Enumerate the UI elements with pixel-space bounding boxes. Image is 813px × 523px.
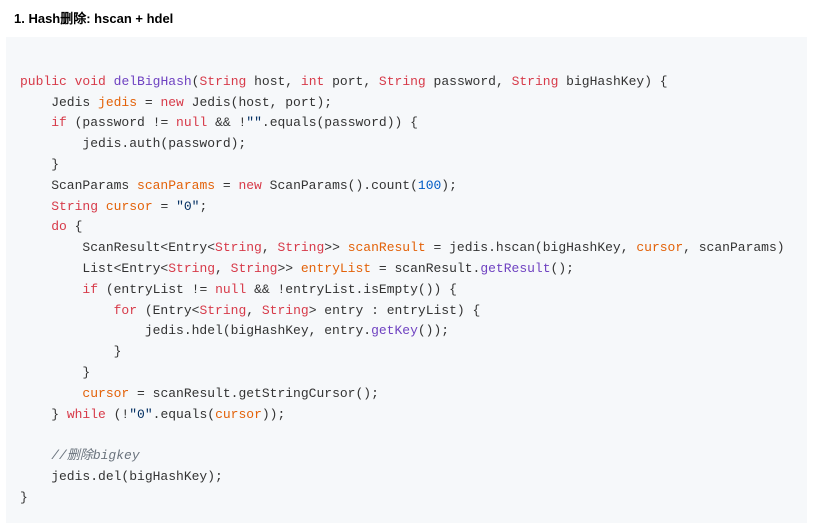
- txt: ,: [246, 303, 262, 318]
- txt: ,: [215, 261, 231, 276]
- txt: [20, 303, 114, 318]
- var: cursor: [82, 386, 129, 401]
- txt: = jedis.hscan(bigHashKey,: [426, 240, 637, 255]
- kw-new: new: [238, 178, 261, 193]
- txt: }: [20, 365, 90, 380]
- str: "": [246, 115, 262, 130]
- txt: Jedis(host, port);: [184, 95, 332, 110]
- var: scanResult: [348, 240, 426, 255]
- type-string: String: [262, 303, 309, 318]
- txt: [98, 199, 106, 214]
- txt: {: [67, 219, 83, 234]
- txt: port,: [324, 74, 379, 89]
- kw-null: null: [215, 282, 246, 297]
- txt: jedis.hdel(bigHashKey, entry.: [20, 323, 371, 338]
- kw-if: if: [51, 115, 67, 130]
- type-string: String: [277, 240, 324, 255]
- txt: Jedis: [20, 95, 98, 110]
- type-string: String: [51, 199, 98, 214]
- txt: >>: [324, 240, 347, 255]
- txt: =: [137, 95, 160, 110]
- txt: [20, 448, 51, 463]
- kw-void: void: [75, 74, 106, 89]
- txt: && !: [207, 115, 246, 130]
- txt: && !entryList.isEmpty()) {: [246, 282, 457, 297]
- type-string: String: [199, 303, 246, 318]
- txt: =: [215, 178, 238, 193]
- var: cursor: [106, 199, 153, 214]
- txt: , scanParams): [683, 240, 784, 255]
- fn: getKey: [371, 323, 418, 338]
- txt: .equals(: [153, 407, 215, 422]
- txt: > entry : entryList) {: [309, 303, 481, 318]
- type-string: String: [379, 74, 426, 89]
- txt: }: [20, 407, 67, 422]
- txt: (entryList !=: [98, 282, 215, 297]
- txt: =: [153, 199, 176, 214]
- txt: (password !=: [67, 115, 176, 130]
- kw-new: new: [160, 95, 183, 110]
- kw-if: if: [82, 282, 98, 297]
- var: scanParams: [137, 178, 215, 193]
- type-string: String: [168, 261, 215, 276]
- txt: }: [20, 157, 59, 172]
- txt: ;: [199, 199, 207, 214]
- txt: ());: [418, 323, 449, 338]
- txt: [20, 199, 51, 214]
- txt: );: [441, 178, 457, 193]
- fn: getResult: [480, 261, 550, 276]
- type-string: String: [231, 261, 278, 276]
- txt: [20, 115, 51, 130]
- kw-int: int: [301, 74, 324, 89]
- txt: jedis.auth(password);: [20, 136, 246, 151]
- txt: [20, 219, 51, 234]
- txt: >>: [277, 261, 300, 276]
- txt: = scanResult.getStringCursor();: [129, 386, 379, 401]
- type-string: String: [199, 74, 246, 89]
- txt: .equals(password)) {: [262, 115, 418, 130]
- kw-do: do: [51, 219, 67, 234]
- kw-null: null: [176, 115, 207, 130]
- num: 100: [418, 178, 441, 193]
- kw-for: for: [114, 303, 137, 318]
- comment: //删除bigkey: [51, 448, 139, 463]
- var: cursor: [636, 240, 683, 255]
- var: entryList: [301, 261, 371, 276]
- code-block: public void delBigHash(String host, int …: [6, 37, 807, 523]
- txt: password,: [426, 74, 512, 89]
- txt: (!: [106, 407, 129, 422]
- str: "0": [176, 199, 199, 214]
- txt: List<Entry<: [20, 261, 168, 276]
- txt: ScanParams: [20, 178, 137, 193]
- fn-name: delBigHash: [114, 74, 192, 89]
- txt: ,: [262, 240, 278, 255]
- txt: [20, 282, 82, 297]
- section-heading: 1. Hash删除: hscan + hdel: [0, 0, 813, 37]
- kw-public: public: [20, 74, 67, 89]
- var: cursor: [215, 407, 262, 422]
- txt: [20, 386, 82, 401]
- str: "0": [129, 407, 152, 422]
- txt: ));: [262, 407, 285, 422]
- txt: }: [20, 490, 28, 505]
- txt: ();: [551, 261, 574, 276]
- type-string: String: [512, 74, 559, 89]
- txt: bigHashKey) {: [558, 74, 667, 89]
- txt: host,: [246, 74, 301, 89]
- txt: (Entry<: [137, 303, 199, 318]
- kw-while: while: [67, 407, 106, 422]
- txt: = scanResult.: [371, 261, 480, 276]
- type-string: String: [215, 240, 262, 255]
- txt: }: [20, 344, 121, 359]
- txt: jedis.del(bigHashKey);: [20, 469, 223, 484]
- txt: ScanParams().count(: [262, 178, 418, 193]
- txt: ScanResult<Entry<: [20, 240, 215, 255]
- var: jedis: [98, 95, 137, 110]
